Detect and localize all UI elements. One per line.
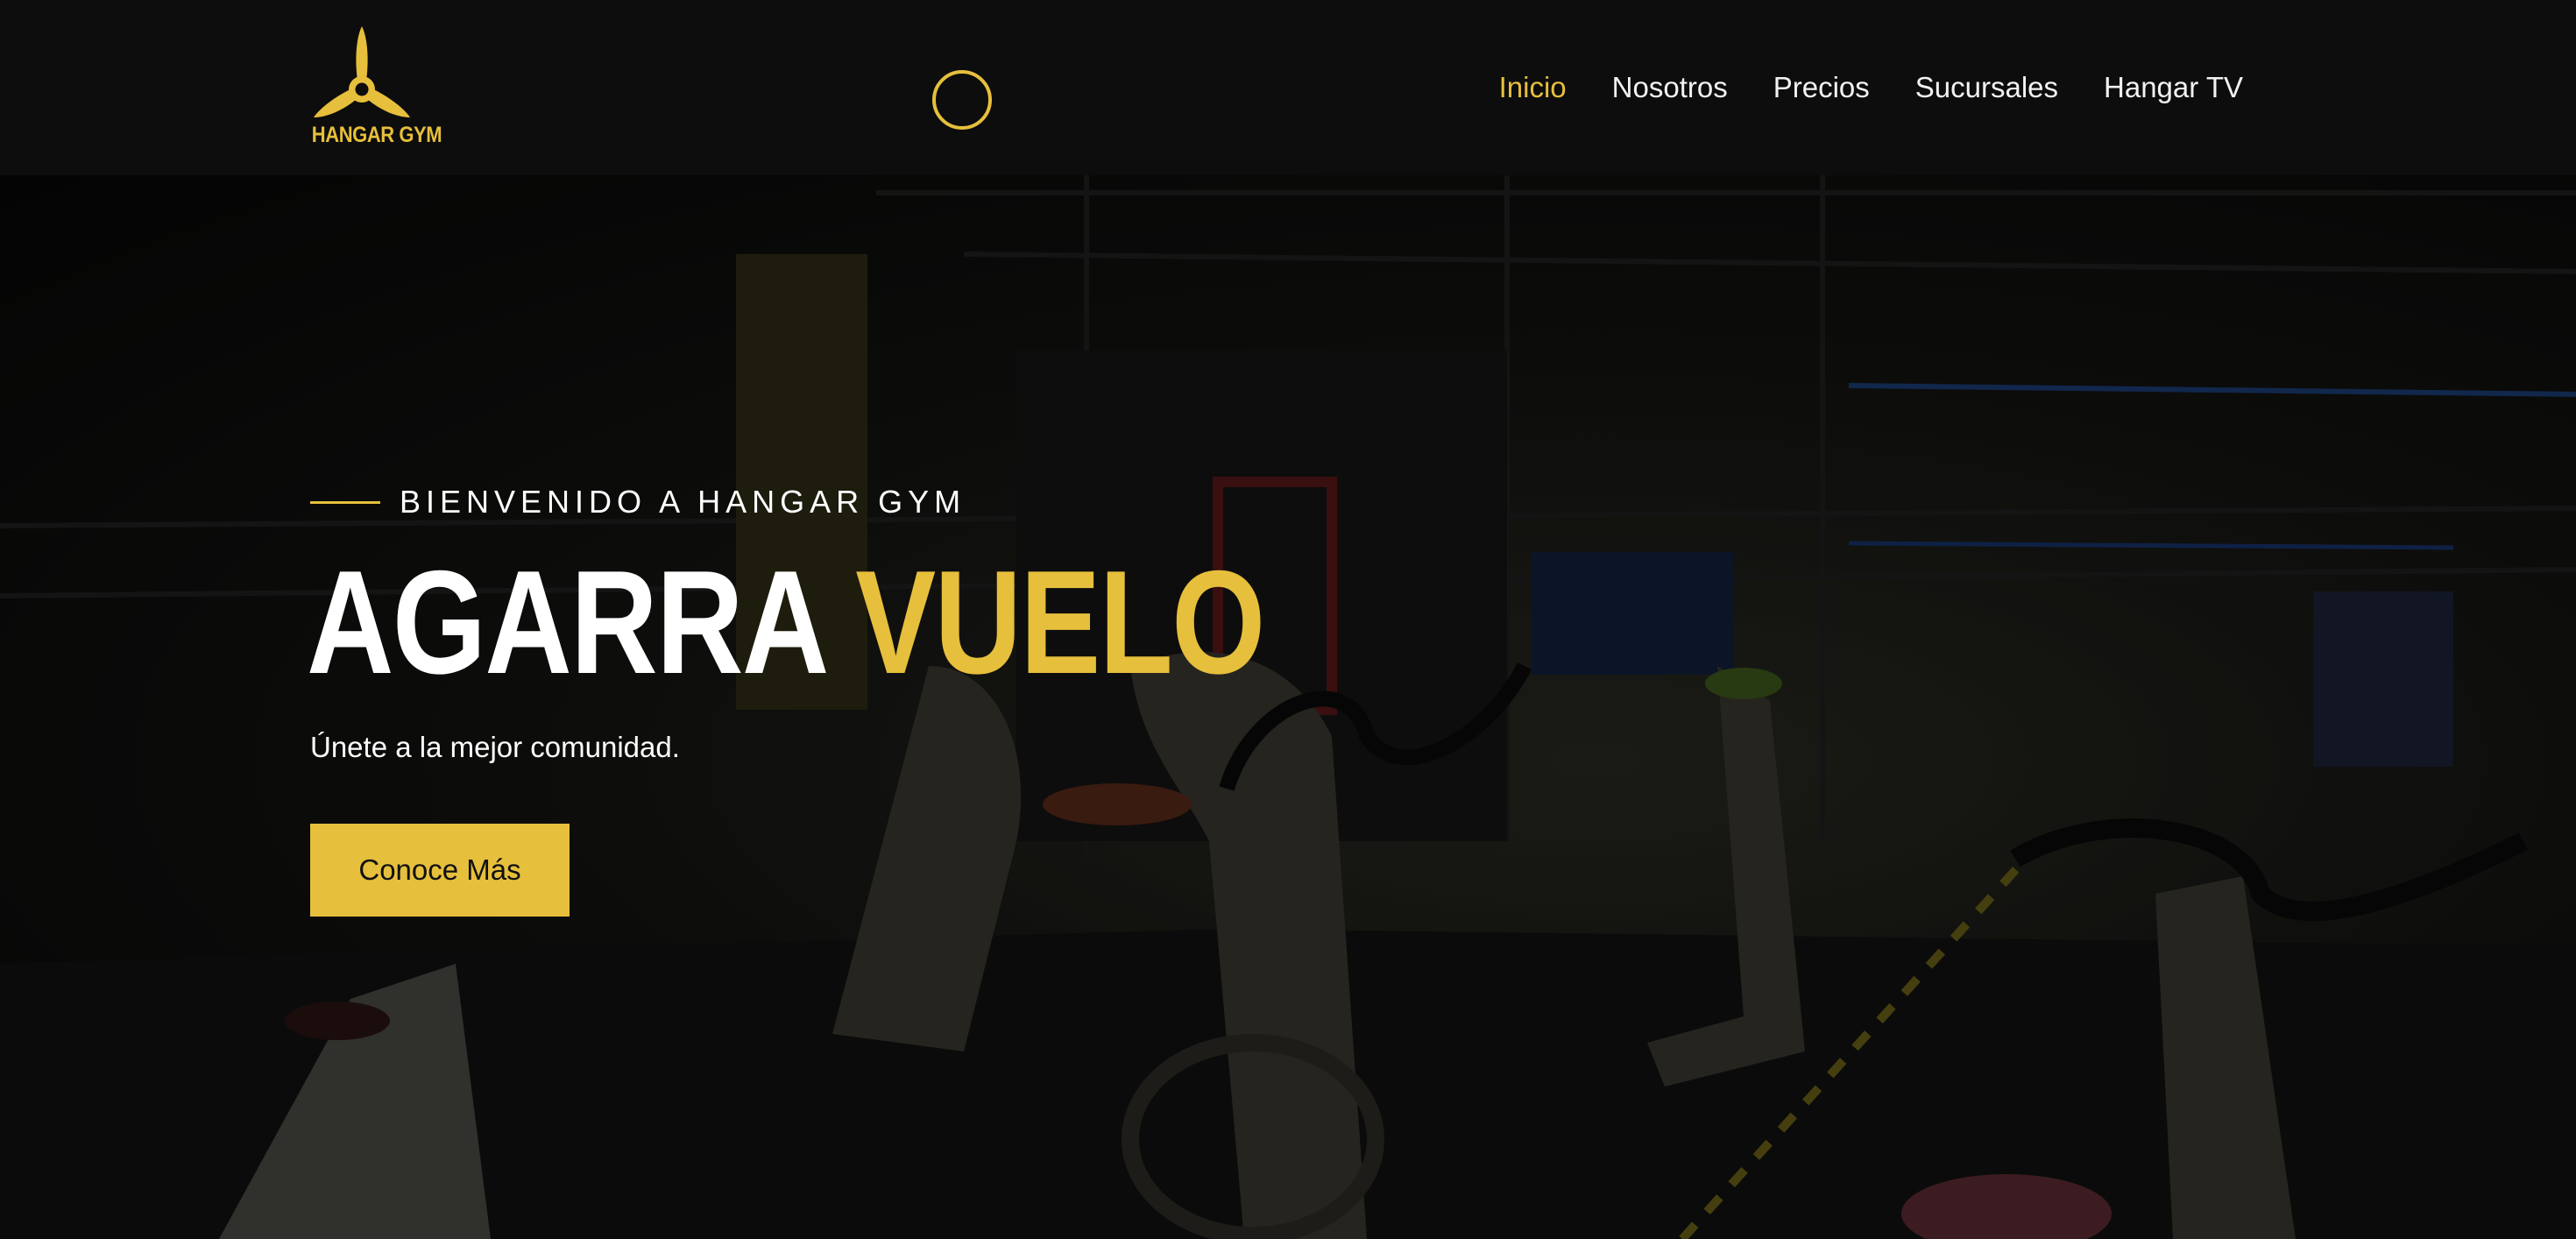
hero-section: BIENVENIDO A HANGAR GYM AGARRA VUELO Úne… <box>0 175 2576 1239</box>
hero-subtitle: Únete a la mejor comunidad. <box>310 731 680 763</box>
hero-eyebrow: BIENVENIDO A HANGAR GYM <box>310 484 966 520</box>
logo-text: HANGAR GYM <box>311 123 442 147</box>
hero-headline: AGARRA VUELO <box>307 540 1265 704</box>
gym-background-image <box>0 175 2576 1239</box>
eyebrow-divider <box>310 500 380 504</box>
nav-item-nosotros[interactable]: Nosotros <box>1612 65 1728 110</box>
brand-logo[interactable]: HANGAR GYM <box>305 26 442 153</box>
conoce-mas-button[interactable]: Conoce Más <box>310 824 570 917</box>
nav-item-sucursales[interactable]: Sucursales <box>1915 65 2058 110</box>
propeller-icon <box>314 26 410 117</box>
loading-ring-icon <box>932 70 992 130</box>
site-header: HANGAR GYM Inicio Nosotros Precios Sucur… <box>0 0 2576 175</box>
nav-item-hangar-tv[interactable]: Hangar TV <box>2104 65 2243 110</box>
nav-item-inicio[interactable]: Inicio <box>1499 65 1567 110</box>
headline-main: AGARRA <box>307 540 856 704</box>
headline-accent: VUELO <box>855 540 1265 704</box>
eyebrow-text: BIENVENIDO A HANGAR GYM <box>400 484 966 520</box>
nav-item-precios[interactable]: Precios <box>1773 65 1870 110</box>
main-nav: Inicio Nosotros Precios Sucursales Hanga… <box>1499 65 2243 110</box>
